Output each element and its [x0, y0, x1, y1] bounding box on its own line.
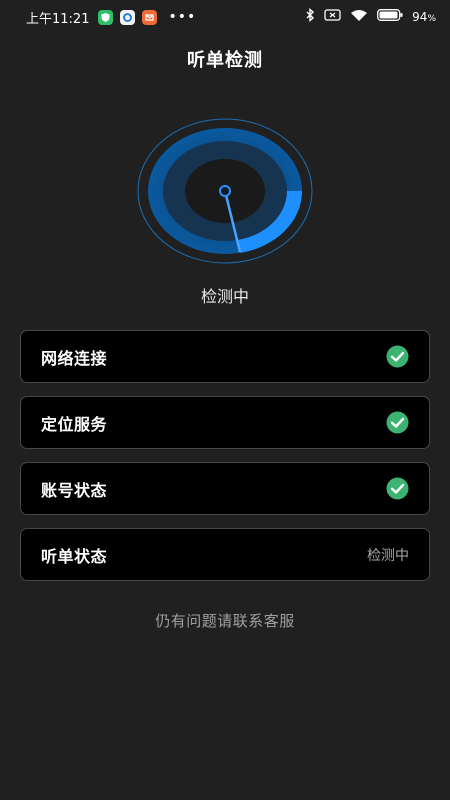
cloud-app-icon [120, 9, 136, 25]
check-circle-icon [386, 345, 409, 368]
gauge-status-text: 检测中 [200, 287, 249, 306]
more-notifications-icon: ••• [168, 9, 197, 25]
gauge-pivot [219, 185, 231, 197]
check-label: 账号状态 [41, 480, 108, 500]
check-circle-icon [386, 411, 409, 434]
check-circle-icon [386, 477, 409, 500]
battery-level: 94% [412, 10, 436, 24]
status-time: 上午11:21 [26, 11, 90, 27]
sim-icon [324, 9, 341, 25]
contact-support-link[interactable]: 仍有问题请联系客服 [0, 610, 450, 631]
gauge-graphic [137, 118, 313, 264]
check-label: 网络连接 [41, 348, 108, 368]
status-bar-left: 上午11:21 ••• [26, 8, 196, 27]
shield-app-icon [98, 9, 114, 25]
check-card-location: 定位服务 [20, 396, 430, 449]
detection-gauge [135, 116, 315, 266]
check-card-account: 账号状态 [20, 462, 430, 515]
battery-icon [377, 9, 403, 25]
bluetooth-icon [306, 8, 315, 26]
check-status-text: 检测中 [367, 547, 409, 564]
page-title: 听单检测 [187, 50, 263, 71]
mail-app-icon [142, 9, 158, 25]
check-card-order-listening: 听单状态 检测中 [20, 528, 430, 581]
status-bar: 上午11:21 ••• 94% [0, 0, 450, 34]
wifi-icon [350, 9, 368, 26]
check-card-network: 网络连接 [20, 330, 430, 383]
check-label: 定位服务 [41, 414, 108, 434]
status-bar-right: 94% [306, 8, 436, 26]
check-label: 听单状态 [41, 546, 108, 566]
